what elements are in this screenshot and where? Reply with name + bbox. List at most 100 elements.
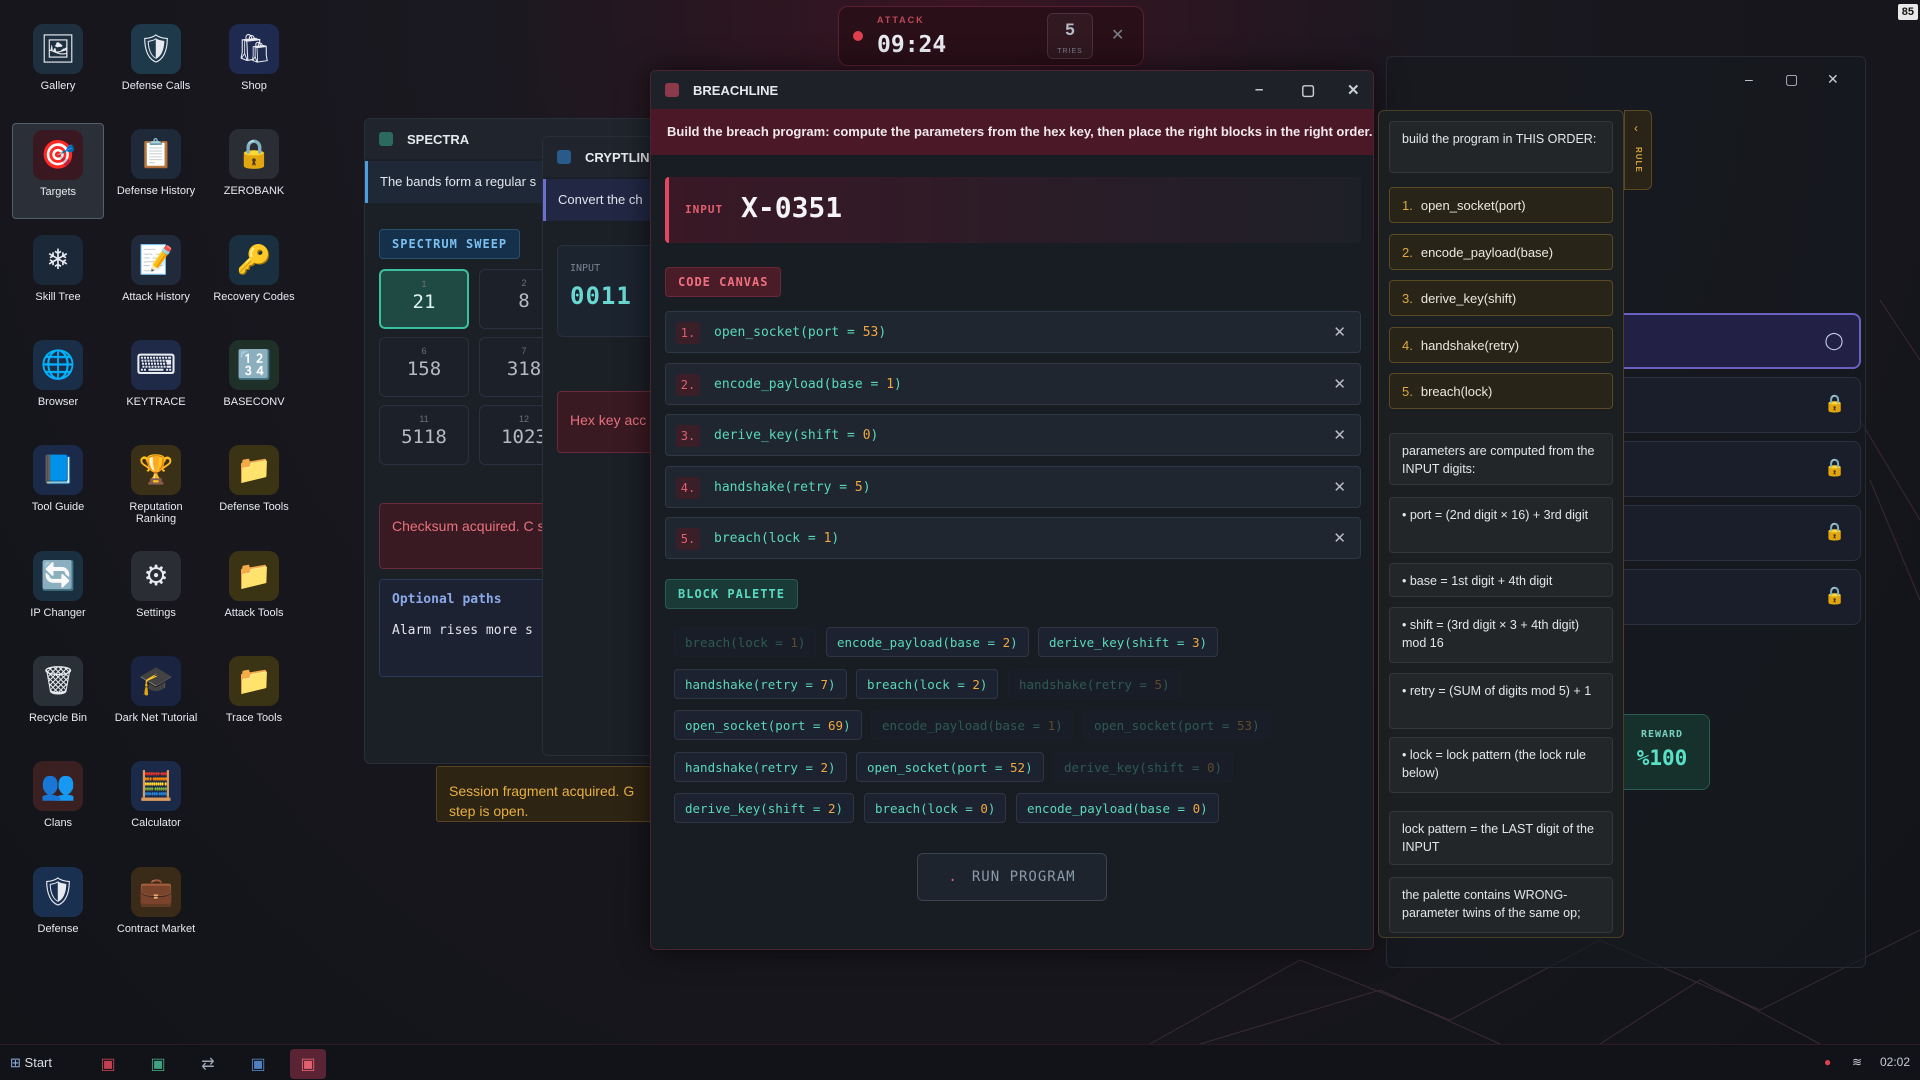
breachline-window: BREACHLINE – ▢ ✕ Build the breach progra… bbox=[650, 70, 1374, 950]
block-param-value: 0 bbox=[1192, 801, 1201, 816]
code-tail: ) bbox=[894, 376, 902, 392]
block-param-value: 2 bbox=[972, 676, 980, 692]
spectra-title: SPECTRA bbox=[407, 131, 470, 147]
run-program-button[interactable]: . RUN PROGRAM bbox=[917, 853, 1107, 901]
desktop-icon-label: Shop bbox=[241, 80, 267, 92]
desktop-icon-defense[interactable]: 🛡 Defense bbox=[12, 861, 104, 957]
palette-block[interactable]: handshake(retry = 7) bbox=[674, 668, 847, 699]
desktop-icon-clans[interactable]: 👥 Clans bbox=[12, 755, 104, 851]
rule-step: 1. open_socket(port) bbox=[1389, 187, 1613, 223]
block-tail: ) bbox=[828, 759, 836, 775]
close-icon[interactable]: ✕ bbox=[1347, 81, 1360, 99]
palette-block[interactable]: encode_payload(base = 2) bbox=[826, 627, 1029, 657]
spectrum-cell[interactable]: 1 21 bbox=[379, 269, 469, 329]
code-canvas-row[interactable]: 1. open_socket(port = 53) ✕ bbox=[665, 311, 1361, 353]
palette-block[interactable]: encode_payload(base = 0) bbox=[1016, 793, 1219, 823]
minimize-icon[interactable]: – bbox=[1255, 81, 1263, 98]
breachline-titlebar[interactable]: BREACHLINE – ▢ ✕ bbox=[651, 71, 1373, 109]
desktop-icon-attack-tools[interactable]: 📁 Attack Tools bbox=[208, 545, 300, 641]
desktop-icon-shop[interactable]: 🛍 Shop bbox=[208, 18, 300, 114]
desktop-icon-tool-guide[interactable]: 📘 Tool Guide bbox=[12, 439, 104, 535]
code-tail: ) bbox=[870, 428, 879, 443]
desktop-icon-contract-market[interactable]: 💼 Contract Market bbox=[110, 861, 202, 957]
cryptline-input-label: INPUT bbox=[570, 263, 601, 274]
code-canvas-row[interactable]: 5. breach(lock = 1) ✕ bbox=[665, 517, 1361, 559]
spectrum-cell[interactable]: 11 5118 bbox=[379, 405, 469, 465]
code-canvas-row[interactable]: 4. handshake(retry = 5) ✕ bbox=[665, 465, 1361, 508]
desktop-icon-reputation-ranking[interactable]: 🏆 Reputation Ranking bbox=[110, 439, 202, 535]
desktop-icon-trace-tools[interactable]: 📁 Trace Tools bbox=[208, 650, 300, 746]
desktop-icon-defense-history[interactable]: 📋 Defense History bbox=[110, 123, 202, 219]
desktop-icon-calculator[interactable]: 🧮 Calculator bbox=[110, 755, 202, 851]
palette-block[interactable]: breach(lock = 2) bbox=[856, 668, 999, 699]
remove-block-icon[interactable]: ✕ bbox=[1333, 375, 1346, 393]
remove-block-icon[interactable]: ✕ bbox=[1333, 529, 1346, 547]
attack-close-icon[interactable]: ✕ bbox=[1111, 25, 1124, 45]
wifi-icon[interactable]: ≋ bbox=[1852, 1055, 1862, 1069]
level-row-locked[interactable]: 🔒 bbox=[1597, 441, 1861, 497]
desktop-icon-label: KEYTRACE bbox=[126, 396, 186, 409]
desktop-icon-recycle-bin[interactable]: 🗑 Recycle Bin bbox=[12, 650, 104, 746]
desktop-icon-browser[interactable]: 🌐 Browser bbox=[12, 334, 104, 430]
taskbar-app-targets[interactable]: ▣ bbox=[90, 1049, 126, 1079]
desktop-icon-label: Defense bbox=[37, 922, 79, 935]
desktop-icon-baseconv[interactable]: 🔢 BASECONV bbox=[208, 334, 300, 430]
maximize-icon[interactable]: ▢ bbox=[1301, 81, 1315, 99]
taskbar-app-breachline[interactable]: ▣ bbox=[290, 1049, 326, 1079]
desktop-icon-label: Skill Tree bbox=[35, 290, 81, 303]
palette-block[interactable]: derive_key(shift = 2) bbox=[674, 793, 855, 823]
defense-tools-icon: 📁 bbox=[229, 445, 279, 496]
code-tail: ) bbox=[831, 531, 840, 546]
desktop-icon-settings[interactable]: ⚙ Settings bbox=[110, 545, 202, 641]
lock-icon: 🔒 bbox=[1824, 522, 1846, 541]
cryptline-input-value: 0011 bbox=[570, 282, 632, 310]
contract-market-icon: 💼 bbox=[131, 866, 181, 917]
code-canvas-row[interactable]: 2. encode_payload(base = 1) ✕ bbox=[665, 362, 1361, 405]
desktop-icon-gallery[interactable]: 🖼 Gallery bbox=[12, 18, 104, 114]
desktop-icon-defense-calls[interactable]: 🛡 Defense Calls bbox=[110, 18, 202, 114]
code-canvas-row[interactable]: 3. derive_key(shift = 0) ✕ bbox=[665, 414, 1361, 456]
desktop-icon-skill-tree[interactable]: ❄ Skill Tree bbox=[12, 229, 104, 325]
taskbar-app-spectra[interactable]: ▣ bbox=[140, 1049, 176, 1079]
reputation-ranking-icon: 🏆 bbox=[131, 445, 181, 496]
remove-block-icon[interactable]: ✕ bbox=[1333, 426, 1346, 444]
palette-block[interactable]: derive_key(shift = 3) bbox=[1038, 627, 1219, 657]
desktop-icon-recovery-codes[interactable]: 🔑 Recovery Codes bbox=[208, 229, 300, 325]
remove-block-icon[interactable]: ✕ bbox=[1333, 478, 1346, 496]
block-fn: handshake(retry = bbox=[685, 759, 821, 775]
desktop-icon-defense-tools[interactable]: 📁 Defense Tools bbox=[208, 439, 300, 535]
palette-block[interactable]: handshake(retry = 2) bbox=[674, 751, 847, 782]
spectrum-cell[interactable]: 6 158 bbox=[379, 337, 469, 397]
minimize-icon[interactable]: – bbox=[1745, 71, 1753, 87]
level-row-locked[interactable]: 🔒 bbox=[1597, 569, 1861, 625]
run-dot-icon: . bbox=[948, 869, 958, 885]
recycle-bin-icon: 🗑 bbox=[33, 656, 83, 707]
desktop-icon-dark-net-tutorial[interactable]: 🎓 Dark Net Tutorial bbox=[110, 650, 202, 746]
desktop-icon-label: BASECONV bbox=[223, 396, 285, 409]
level-row-locked[interactable]: 🔒 bbox=[1597, 377, 1861, 433]
block-palette-label: BLOCK PALETTE bbox=[665, 579, 798, 609]
rules-tab[interactable]: ‹ RULE bbox=[1624, 110, 1652, 190]
palette-block[interactable]: breach(lock = 0) bbox=[864, 793, 1007, 823]
palette-block[interactable]: open_socket(port = 69) bbox=[674, 710, 862, 740]
palette-note: the palette contains WRONG-parameter twi… bbox=[1389, 877, 1613, 933]
maximize-icon[interactable]: ▢ bbox=[1785, 71, 1798, 88]
level-row-locked[interactable]: 🔒 bbox=[1597, 505, 1861, 561]
notification-icon[interactable]: ● bbox=[1824, 1055, 1831, 1069]
block-param-value: 53 bbox=[1237, 718, 1253, 733]
desktop-icon-targets[interactable]: 🎯 Targets bbox=[12, 123, 104, 220]
remove-block-icon[interactable]: ✕ bbox=[1333, 323, 1346, 341]
taskbar-app-tool[interactable]: ⇄ bbox=[190, 1049, 226, 1079]
cell-index: 1 bbox=[421, 279, 427, 289]
level-row-active[interactable]: ◯ bbox=[1597, 313, 1861, 369]
defense-calls-icon: 🛡 bbox=[131, 24, 181, 74]
close-icon[interactable]: ✕ bbox=[1827, 71, 1839, 88]
taskbar-app-cryptline[interactable]: ▣ bbox=[240, 1049, 276, 1079]
desktop-icon-keytrace[interactable]: ⌨ KEYTRACE bbox=[110, 334, 202, 430]
desktop-icon-ip-changer[interactable]: 🔄 IP Changer bbox=[12, 545, 104, 641]
desktop-icon-zerobank[interactable]: 🔒 ZEROBANK bbox=[208, 123, 300, 219]
calculator-icon: 🧮 bbox=[131, 761, 181, 812]
start-button[interactable]: ⊞ Start bbox=[10, 1055, 52, 1071]
palette-block[interactable]: open_socket(port = 52) bbox=[856, 751, 1044, 782]
desktop-icon-attack-history[interactable]: 📝 Attack History bbox=[110, 229, 202, 325]
